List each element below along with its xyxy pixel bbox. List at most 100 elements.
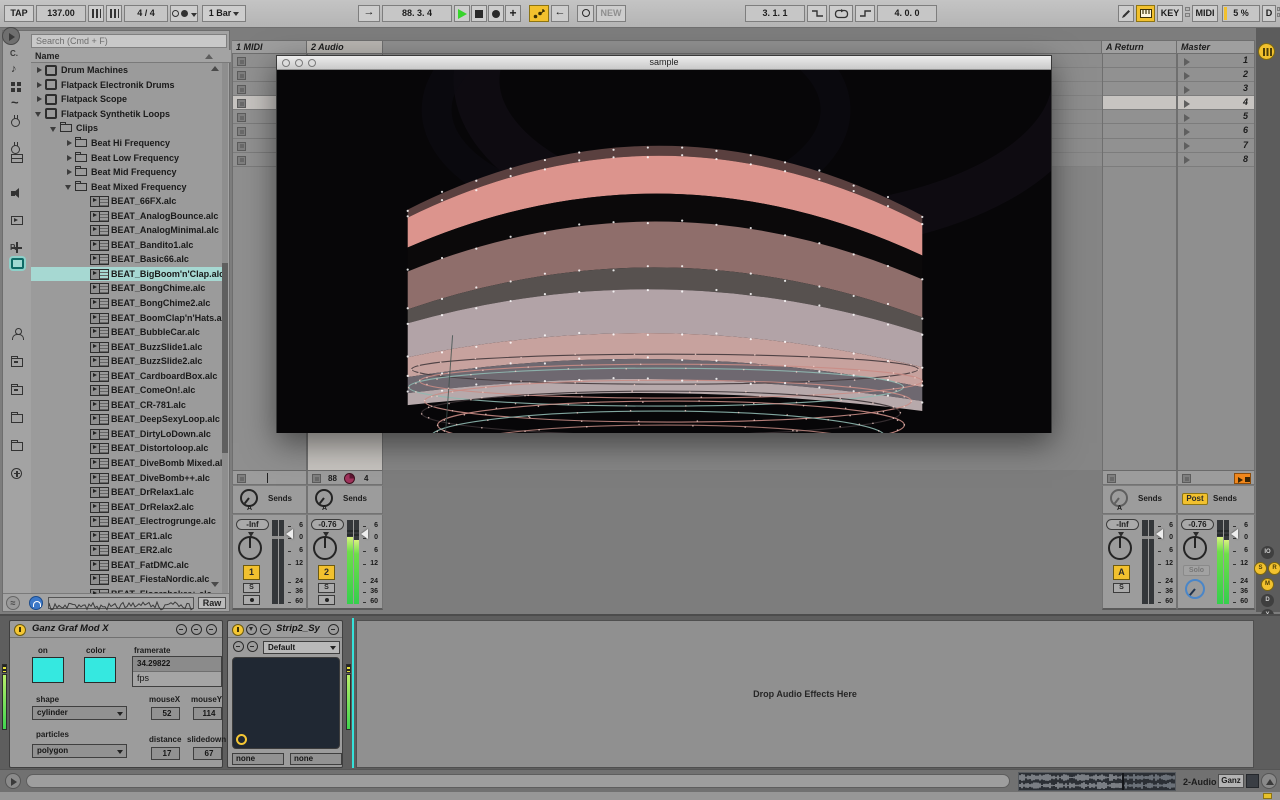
automation-arm-button[interactable] (529, 5, 549, 22)
browser-item[interactable]: BEAT_Basic66.alc (31, 252, 224, 267)
browser-item[interactable]: BEAT_66FX.alc (31, 194, 224, 209)
browser-item[interactable]: BEAT_BoomClap'n'Hats.alc (31, 310, 224, 325)
quantization-menu[interactable]: 1 Bar (202, 5, 246, 22)
browser-item[interactable]: BEAT_ER1.alc (31, 529, 224, 544)
device-fold-icon[interactable] (246, 624, 257, 635)
browser-item[interactable]: BEAT_DiveBomb++.alc (31, 470, 224, 485)
add-folder-icon[interactable] (11, 468, 22, 479)
stop-all-clips-button[interactable] (312, 474, 321, 483)
raw-button[interactable]: Raw (198, 597, 226, 609)
xy-pad[interactable] (232, 657, 340, 749)
audio-effects-icon[interactable] (11, 118, 20, 127)
browser-item[interactable]: BEAT_DirtyLoDown.alc (31, 427, 224, 442)
browser-item[interactable]: BEAT_ER2.alc (31, 543, 224, 558)
folder-icon[interactable] (11, 414, 23, 423)
browser-item[interactable]: BEAT_Distortoloop.alc (31, 441, 224, 456)
scene-row[interactable]: 7 (1178, 139, 1254, 153)
user-library-icon[interactable] (11, 328, 23, 339)
device-wrench-icon[interactable] (260, 624, 271, 635)
expand-icon[interactable] (35, 95, 43, 103)
clip-stop-button[interactable] (237, 127, 246, 136)
track-activate-button[interactable]: 2 (318, 565, 335, 580)
clip-stop-button[interactable] (237, 156, 246, 165)
browser-item[interactable]: BEAT_CR-781.alc (31, 398, 224, 413)
return-track-header[interactable]: A Return (1102, 40, 1177, 54)
scene-launch-icon[interactable] (1184, 86, 1190, 94)
scene-row[interactable]: 4 (1178, 96, 1254, 110)
drums-icon[interactable] (11, 82, 22, 93)
pan-knob[interactable] (238, 536, 262, 560)
browser-item[interactable]: BEAT_BuzzSlide1.alc (31, 339, 224, 354)
browser-item[interactable]: Flatpack Scope (31, 92, 224, 107)
master-track-header[interactable]: Master (1177, 40, 1255, 54)
delay-section-toggle[interactable]: D (1261, 594, 1274, 607)
browser-item[interactable]: Beat Low Frequency (31, 150, 224, 165)
window-minimize-icon[interactable] (295, 59, 303, 67)
scene-launch-icon[interactable] (1184, 100, 1190, 108)
shape-dropdown[interactable]: cylinder (32, 706, 127, 720)
cue-volume-knob[interactable] (1185, 579, 1205, 599)
browser-item[interactable]: Beat Hi Frequency (31, 136, 224, 151)
preset-save-icon[interactable] (247, 641, 258, 652)
scene-row[interactable]: 8 (1178, 153, 1254, 167)
browser-item[interactable]: BEAT_BigBoom'n'Clap.alc (31, 267, 224, 282)
tempo-field[interactable]: 137.00 (36, 5, 86, 22)
computer-midi-keyboard-button[interactable] (1136, 5, 1155, 22)
overdub-button[interactable]: + (505, 5, 521, 22)
param1-box[interactable]: none (232, 753, 284, 765)
user-folder-icon[interactable] (11, 386, 23, 395)
browser-item[interactable]: BEAT_DrRelax1.alc (31, 485, 224, 500)
new-scene-button[interactable]: NEW (596, 5, 626, 22)
browser-hide-button[interactable] (2, 27, 20, 45)
browser-item[interactable]: BEAT_Electrogrunge.alc (31, 514, 224, 529)
folder-icon[interactable] (11, 442, 23, 451)
tap-tempo-button[interactable]: TAP (4, 5, 34, 22)
pan-knob[interactable] (313, 536, 337, 560)
expand-icon[interactable] (65, 139, 73, 147)
device-menu-icon[interactable] (176, 624, 187, 635)
arrangement-position-field[interactable]: 88. 3. 4 (382, 5, 452, 22)
track-header-1-midi[interactable]: 1 MIDI (232, 40, 307, 54)
arm-record-button[interactable] (318, 595, 335, 605)
color-toggle[interactable] (84, 657, 116, 683)
device-on-icon[interactable] (232, 624, 244, 636)
browser-name-header[interactable]: Name (31, 50, 231, 63)
stop-all-clips-button[interactable] (1182, 474, 1191, 483)
scene-row[interactable]: 5 (1178, 110, 1254, 124)
browser-item[interactable]: BEAT_DiveBomb Mixed.alc (31, 456, 224, 471)
clip-stop-button[interactable] (237, 57, 246, 66)
back-to-arrangement-button[interactable]: ← (551, 5, 569, 22)
draw-mode-button[interactable] (1118, 5, 1134, 22)
preset-dropdown[interactable]: Default (263, 641, 340, 654)
expand-icon[interactable] (65, 168, 73, 176)
device-titlebar[interactable]: Strip2_Sy (228, 621, 342, 638)
volume-field[interactable]: -0.76 (311, 519, 344, 530)
expand-icon[interactable] (65, 154, 73, 162)
stop-all-clips-button[interactable] (1107, 474, 1116, 483)
browser-item[interactable]: Clips (31, 121, 224, 136)
device-edit-icon[interactable] (191, 624, 202, 635)
browser-item[interactable]: BEAT_BuzzSlide2.alc (31, 354, 224, 369)
clips-icon[interactable] (11, 216, 23, 225)
scroll-up-icon[interactable] (211, 66, 219, 71)
mixer-section-toggle[interactable]: M (1261, 578, 1274, 591)
clip-stop-button[interactable] (237, 142, 246, 151)
returns-section-toggle[interactable]: R (1268, 562, 1280, 575)
browser-item[interactable]: Flatpack Electronik Drums (31, 78, 224, 93)
browser-item[interactable]: BEAT_CardboardBox.alc (31, 368, 224, 383)
browser-item[interactable]: BEAT_AnalogBounce.alc (31, 208, 224, 223)
scene-row[interactable]: 1 (1178, 54, 1254, 68)
scene-launch-icon[interactable] (1184, 142, 1190, 150)
key-map-button[interactable]: KEY (1157, 5, 1183, 22)
distance-value[interactable]: 17 (151, 747, 180, 760)
clip-stop-button[interactable] (237, 113, 246, 122)
mixer-show-icon[interactable] (1258, 43, 1275, 60)
param2-box[interactable]: none (290, 753, 342, 765)
packs-icon[interactable] (11, 258, 24, 269)
punch-out-button[interactable] (855, 5, 875, 22)
browser-item[interactable]: BEAT_FiestaNordic.alc (31, 572, 224, 587)
browser-item[interactable]: BEAT_FatDMC.alc (31, 558, 224, 573)
device-refresh-icon[interactable] (328, 624, 339, 635)
track-activate-button[interactable]: A (1113, 565, 1130, 580)
browser-item[interactable]: Flatpack Synthetik Loops (31, 107, 224, 122)
